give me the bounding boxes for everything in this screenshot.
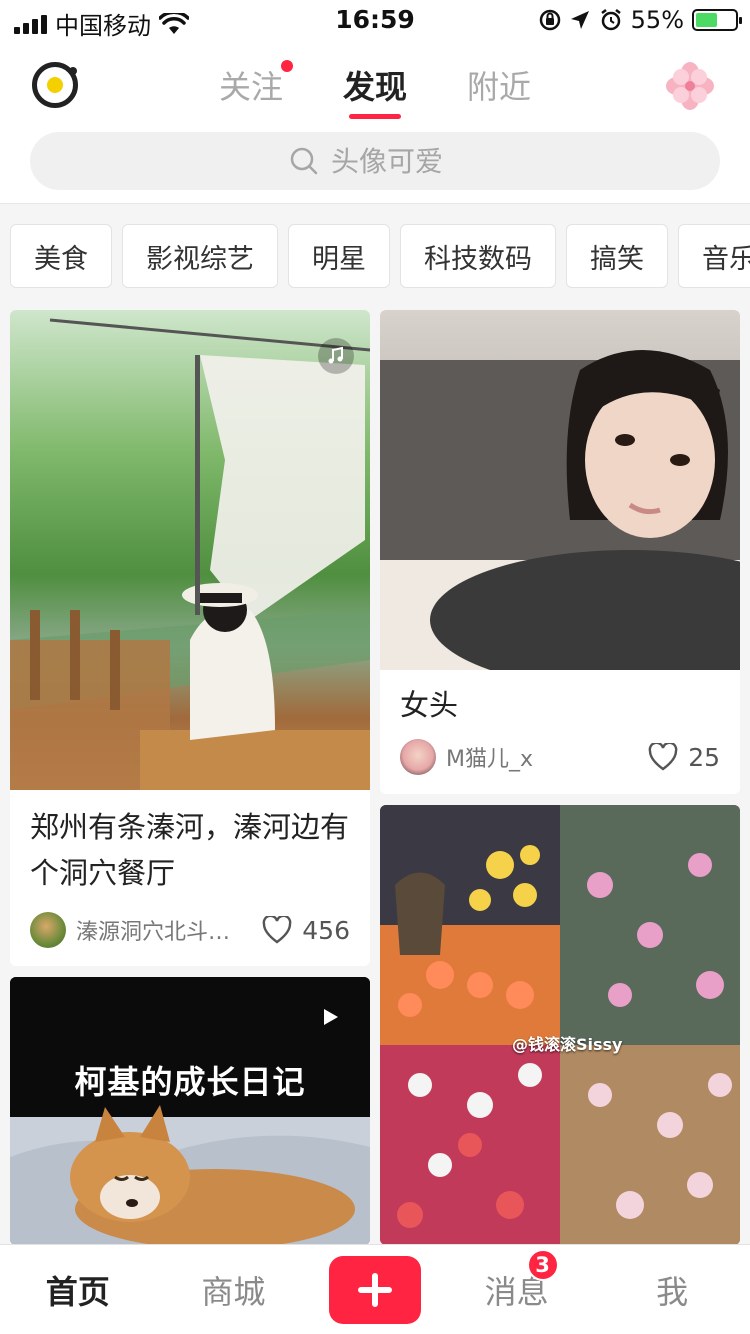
search-bar[interactable]: [30, 132, 720, 190]
feed-card[interactable]: 女头 M猫儿_x 25: [380, 310, 740, 794]
like-count: 25: [688, 742, 720, 772]
nav-messages[interactable]: 消息 3: [457, 1248, 577, 1313]
portrait-photo: [380, 350, 740, 690]
card-photo: [10, 310, 370, 790]
alarm-icon: [600, 9, 621, 31]
author-name[interactable]: M猫儿_x: [446, 741, 640, 773]
play-icon: [324, 1009, 338, 1025]
avatar[interactable]: [400, 739, 436, 775]
heart-icon: [262, 916, 292, 944]
card-meta: M猫儿_x 25: [400, 739, 720, 775]
flower-market-photo: [380, 805, 740, 1245]
plus-icon: [357, 1272, 392, 1307]
feed-card[interactable]: 柯基的成长日记: [10, 977, 370, 1245]
feed-card[interactable]: @钱滚滚Sissy: [380, 805, 740, 1245]
category-chip[interactable]: 明星: [288, 224, 390, 288]
card-title: 女头: [400, 688, 459, 722]
battery-percent: 55%: [630, 6, 684, 34]
category-chip[interactable]: 音乐: [678, 224, 750, 288]
video-cover-title: 柯基的成长日记: [74, 1063, 306, 1101]
status-right: 55%: [539, 6, 742, 34]
location-icon: [570, 11, 589, 29]
battery-fill: [696, 13, 717, 27]
card-photo: @钱滚滚Sissy: [380, 805, 740, 1245]
avatar[interactable]: [30, 912, 66, 948]
tab-nearby-label: 附近: [467, 68, 532, 106]
category-chip[interactable]: 科技数码: [400, 224, 556, 288]
card-title: 郑州有条溱河，溱河边有个洞穴餐厅: [30, 810, 350, 890]
lakeside-photo: [10, 318, 370, 790]
tab-discover[interactable]: 发现: [342, 62, 407, 119]
header: 关注 发现 附近: [0, 42, 750, 204]
battery-icon: [692, 9, 742, 31]
nav-mall[interactable]: 商城: [173, 1267, 293, 1313]
tab-follow-label: 关注: [218, 68, 283, 106]
top-tabs: 关注 发现 附近: [0, 60, 750, 119]
image-watermark: @钱滚滚Sissy: [512, 1035, 623, 1054]
search-input[interactable]: [331, 144, 461, 178]
bottom-nav: 首页 商城 消息 3 我: [0, 1244, 750, 1334]
author-name[interactable]: 溱源洞穴北斗…: [76, 914, 254, 946]
publish-button[interactable]: [328, 1255, 421, 1324]
search-icon: [290, 147, 318, 175]
category-chip[interactable]: 美食: [10, 224, 112, 288]
status-bar: 中国移动 16:59 55%: [0, 0, 750, 42]
like-button[interactable]: 25: [648, 743, 720, 772]
message-badge: 3: [526, 1248, 559, 1281]
tab-discover-label: 发现: [342, 68, 407, 106]
card-photo: [380, 310, 740, 690]
category-bar: 美食 影视综艺 明星 科技数码 搞笑 音乐: [10, 224, 750, 290]
like-button[interactable]: 456: [262, 916, 350, 945]
rotation-lock-icon: [539, 9, 560, 31]
tab-nearby[interactable]: 附近: [467, 62, 531, 114]
card-photo: 柯基的成长日记: [10, 977, 370, 1245]
tab-follow[interactable]: 关注: [218, 60, 293, 114]
nav-home[interactable]: 首页: [18, 1267, 138, 1313]
card-meta: 溱源洞穴北斗… 456: [30, 912, 350, 948]
music-icon: [318, 338, 354, 374]
category-chip[interactable]: 搞笑: [566, 224, 668, 288]
category-chip[interactable]: 影视综艺: [122, 224, 278, 288]
flower-icon[interactable]: [666, 62, 714, 110]
feed-card[interactable]: 郑州有条溱河，溱河边有个洞穴餐厅 溱源洞穴北斗… 456: [10, 310, 370, 966]
notification-dot: [280, 60, 293, 72]
like-count: 456: [302, 915, 350, 945]
heart-icon: [648, 743, 678, 771]
nav-me[interactable]: 我: [612, 1267, 732, 1313]
corgi-photo: [10, 977, 370, 1245]
